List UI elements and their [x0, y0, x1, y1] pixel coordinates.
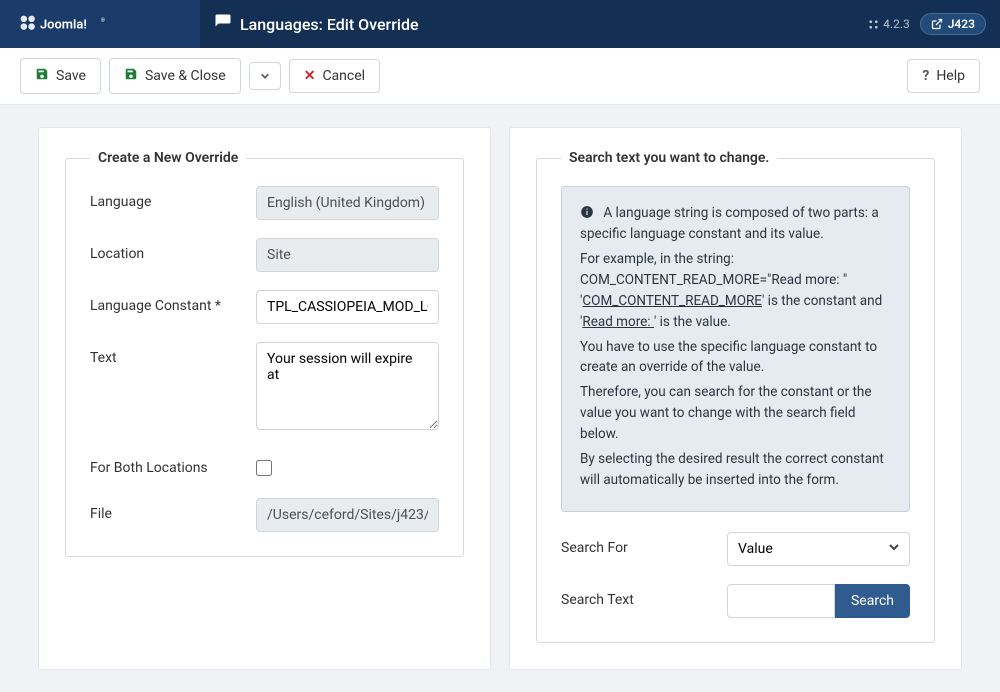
- page-title: Languages: Edit Override: [240, 15, 419, 34]
- app-header: Joomla! ® Languages: Edit Override 4.2.3…: [0, 0, 1000, 48]
- search-text-label: Search Text: [561, 584, 711, 608]
- close-icon: ✕: [304, 68, 316, 84]
- save-close-button[interactable]: Save & Close: [109, 58, 241, 94]
- constant-input[interactable]: [256, 290, 439, 324]
- search-for-label: Search For: [561, 532, 711, 556]
- comment-icon: [214, 13, 232, 35]
- language-field: [256, 186, 439, 220]
- location-field: [256, 238, 439, 272]
- cancel-button[interactable]: ✕ Cancel: [289, 59, 380, 93]
- override-legend: Create a New Override: [90, 150, 246, 166]
- search-legend: Search text you want to change.: [561, 150, 777, 166]
- search-text-input[interactable]: [727, 584, 835, 618]
- save-dropdown-button[interactable]: [249, 62, 281, 90]
- site-pill[interactable]: J423: [920, 13, 986, 35]
- chevron-down-icon: [260, 71, 270, 81]
- external-link-icon: [931, 18, 943, 30]
- search-panel: Search text you want to change. A langua…: [509, 127, 962, 670]
- both-locations-checkbox[interactable]: [256, 460, 272, 476]
- svg-text:Joomla!: Joomla!: [40, 18, 87, 33]
- location-label: Location: [90, 238, 240, 262]
- version-text: 4.2.3: [868, 17, 910, 31]
- save-button[interactable]: Save: [20, 58, 101, 94]
- info-box: A language string is composed of two par…: [561, 186, 910, 512]
- help-icon: ?: [922, 68, 929, 84]
- text-label: Text: [90, 342, 240, 366]
- search-for-select[interactable]: Value: [727, 532, 910, 566]
- file-field: [256, 498, 439, 532]
- svg-text:®: ®: [101, 17, 105, 24]
- search-button[interactable]: Search: [835, 584, 910, 618]
- content-area: Create a New Override Language Location …: [0, 105, 1000, 692]
- both-label: For Both Locations: [90, 452, 240, 476]
- save-icon: [124, 67, 138, 85]
- joomla-logo-icon: Joomla! ®: [18, 13, 122, 35]
- text-input[interactable]: Your session will expire at: [256, 342, 439, 430]
- toolbar: Save Save & Close ✕ Cancel ? Help: [0, 48, 1000, 105]
- file-label: File: [90, 498, 240, 522]
- brand-logo[interactable]: Joomla! ®: [0, 0, 200, 48]
- override-panel: Create a New Override Language Location …: [38, 127, 491, 670]
- language-label: Language: [90, 186, 240, 210]
- help-button[interactable]: ? Help: [907, 59, 980, 93]
- constant-label: Language Constant *: [90, 290, 240, 314]
- info-icon: [580, 203, 594, 224]
- save-icon: [35, 67, 49, 85]
